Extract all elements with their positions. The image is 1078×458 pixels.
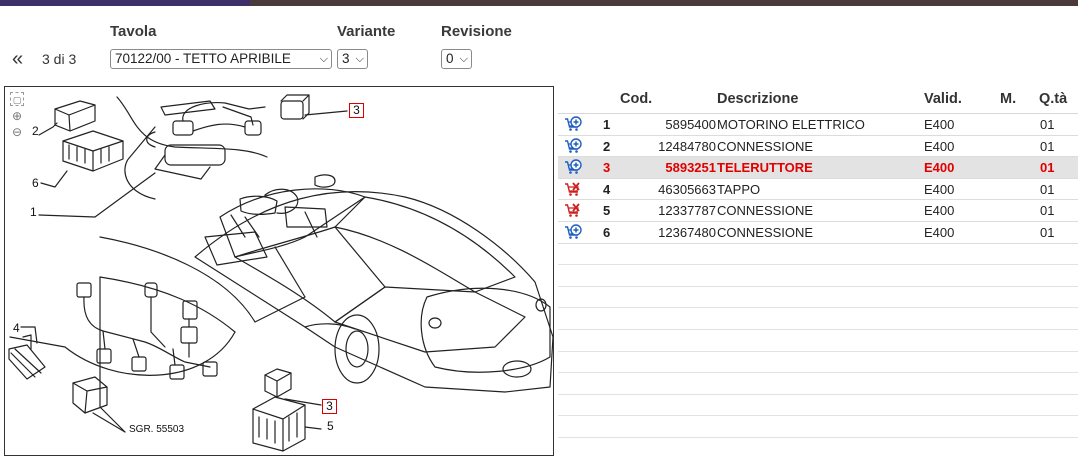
add-to-cart-icon[interactable] xyxy=(564,159,582,175)
callout-5[interactable]: 5 xyxy=(327,419,334,433)
chevron-down-icon: ⌵ xyxy=(319,53,328,65)
add-to-cart-icon[interactable] xyxy=(564,224,582,240)
revisione-select[interactable]: 0 ⌵ xyxy=(441,49,472,69)
part-description: TAPPO xyxy=(717,181,761,197)
empty-row xyxy=(558,308,1078,330)
part-code: 5895400 xyxy=(665,117,716,132)
top-bar-accent xyxy=(0,0,250,6)
part-code: 12337787 xyxy=(658,203,716,219)
part-quantity: 01 xyxy=(1040,117,1055,132)
table-body: 1 5895400 MOTORINO ELETTRICO E400 01 2 1248478… xyxy=(558,114,1078,244)
col-descrizione: Descrizione xyxy=(717,91,799,107)
page-count: 3 di 3 xyxy=(42,51,77,67)
chevron-down-icon: ⌵ xyxy=(459,53,468,65)
empty-row xyxy=(558,330,1078,352)
col-qta: Q.tà xyxy=(1039,91,1068,107)
tavola-select-value: 70122/00 - TETTO APRIBILE xyxy=(115,51,291,66)
empty-row xyxy=(558,287,1078,309)
row-number: 5 xyxy=(603,203,611,219)
table-row[interactable]: 2 12484780 CONNESSIONE E400 01 xyxy=(558,136,1078,158)
row-number: 3 xyxy=(603,160,611,176)
previous-page-icon[interactable]: « xyxy=(12,48,30,70)
part-description: CONNESSIONE xyxy=(717,203,814,219)
callout-1[interactable]: 1 xyxy=(30,205,37,219)
parts-table: Cod. Descrizione Valid. M. Q.tà 1 5895400… xyxy=(558,88,1078,438)
variante-select-value: 3 xyxy=(342,51,350,66)
empty-row xyxy=(558,416,1078,438)
callout-3-highlighted[interactable]: 3 xyxy=(349,103,364,118)
add-to-cart-icon[interactable] xyxy=(564,137,582,154)
col-valid: Valid. xyxy=(924,91,962,107)
part-code: 12484780 xyxy=(658,138,716,154)
empty-row xyxy=(558,352,1078,374)
callout-2[interactable]: 2 xyxy=(32,124,39,138)
add-to-cart-icon[interactable] xyxy=(564,116,582,132)
cart-unavailable-icon[interactable] xyxy=(564,181,582,197)
callout-4[interactable]: 4 xyxy=(13,321,20,335)
row-number: 1 xyxy=(603,117,611,132)
col-m: M. xyxy=(1000,91,1017,107)
part-code: 5893251 xyxy=(665,160,716,176)
part-description: CONNESSIONE xyxy=(717,224,814,240)
part-quantity: 01 xyxy=(1040,181,1055,197)
part-quantity: 01 xyxy=(1040,138,1055,154)
part-validity: E400 xyxy=(924,224,955,240)
part-code: 12367480 xyxy=(658,224,716,240)
row-number: 6 xyxy=(603,224,611,240)
variante-select[interactable]: 3 ⌵ xyxy=(337,49,368,69)
callout-6[interactable]: 6 xyxy=(32,176,39,190)
chevron-down-icon: ⌵ xyxy=(355,53,364,65)
revisione-select-value: 0 xyxy=(446,51,454,66)
part-validity: E400 xyxy=(924,181,955,197)
table-header: Cod. Descrizione Valid. M. Q.tà xyxy=(558,88,1078,114)
revisione-label: Revisione xyxy=(441,23,512,40)
zoom-in-icon[interactable]: ⊕ xyxy=(10,109,24,123)
part-description: CONNESSIONE xyxy=(717,138,814,154)
empty-row xyxy=(558,265,1078,287)
table-row[interactable]: 6 12367480 CONNESSIONE E400 01 xyxy=(558,222,1078,244)
empty-row xyxy=(558,395,1078,417)
exploded-view-drawing xyxy=(8,94,553,452)
table-row[interactable]: 3 5893251 TELERUTTORE E400 01 xyxy=(558,157,1078,179)
col-cod: Cod. xyxy=(620,91,653,107)
part-description: TELERUTTORE xyxy=(717,160,813,176)
zoom-out-icon[interactable]: ⊖ xyxy=(10,125,24,139)
part-validity: E400 xyxy=(924,138,955,154)
drawing-reference: SGR. 55503 xyxy=(129,424,185,435)
part-quantity: 01 xyxy=(1040,224,1055,240)
part-validity: E400 xyxy=(924,160,955,176)
tavola-select[interactable]: 70122/00 - TETTO APRIBILE ⌵ xyxy=(110,49,332,69)
part-validity: E400 xyxy=(924,203,955,219)
part-quantity: 01 xyxy=(1040,160,1055,176)
table-row[interactable]: 5 12337787 CONNESSIONE E400 01 xyxy=(558,200,1078,222)
part-code: 46305663 xyxy=(658,181,716,197)
table-row[interactable]: 4 46305663 TAPPO E400 01 xyxy=(558,179,1078,201)
top-bar xyxy=(0,0,1078,6)
part-validity: E400 xyxy=(924,117,955,132)
empty-row xyxy=(558,373,1078,395)
part-description: MOTORINO ELETTRICO xyxy=(717,117,865,132)
empty-row xyxy=(558,244,1078,266)
callout-3-lower-highlighted[interactable]: 3 xyxy=(322,399,337,414)
variante-label: Variante xyxy=(337,23,396,40)
parts-diagram[interactable]: ▢ ⊕ ⊖ 2 6 1 3 4 3 5 SGR. 55503 xyxy=(4,86,554,456)
tavola-label: Tavola xyxy=(110,23,157,40)
part-quantity: 01 xyxy=(1040,203,1055,219)
table-row[interactable]: 1 5895400 MOTORINO ELETTRICO E400 01 xyxy=(558,114,1078,136)
row-number: 4 xyxy=(603,181,611,197)
fit-view-icon[interactable]: ▢ xyxy=(10,92,24,106)
row-number: 2 xyxy=(603,138,611,154)
cart-unavailable-icon[interactable] xyxy=(564,202,582,218)
